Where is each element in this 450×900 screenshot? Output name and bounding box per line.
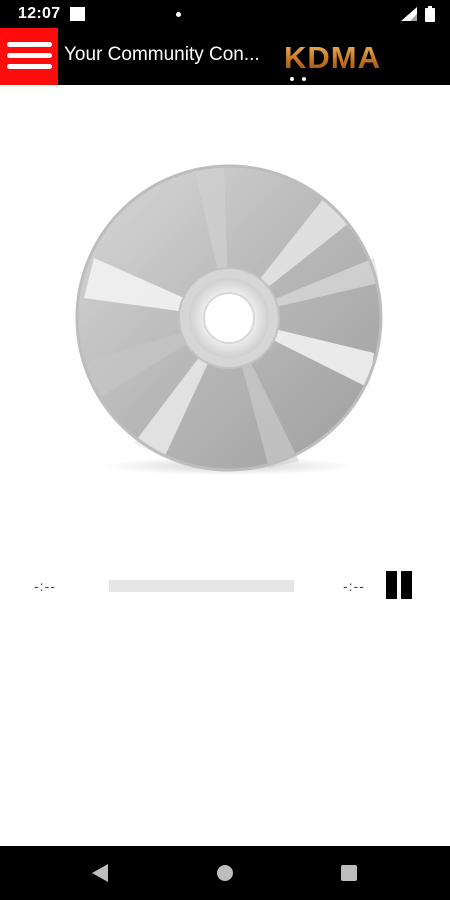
back-button[interactable] <box>76 846 126 900</box>
app-title: Your Community Con... <box>64 44 260 65</box>
status-bar: 12:07 <box>0 0 450 28</box>
notification-dot-icon <box>176 12 181 17</box>
status-time: 12:07 <box>18 5 61 22</box>
home-button[interactable] <box>200 846 250 900</box>
notification-square-icon <box>70 7 85 21</box>
duration-time: -:-- <box>343 578 365 594</box>
app-bar: Your Community Con... KDMA <box>0 28 450 85</box>
system-nav-bar <box>0 846 450 900</box>
signal-icon <box>401 7 417 21</box>
menu-button[interactable] <box>0 28 58 85</box>
screen: 12:07 Your Community Con... KDMA -:-- -:… <box>0 0 450 900</box>
seek-bar[interactable] <box>109 580 294 592</box>
home-icon <box>217 865 233 881</box>
pause-button[interactable] <box>384 571 414 599</box>
kdma-logo: KDMA <box>284 38 394 81</box>
battery-icon <box>425 6 435 22</box>
logo-dot <box>290 77 294 81</box>
logo-dot <box>302 77 306 81</box>
elapsed-time: -:-- <box>34 578 56 594</box>
logo-text: KDMA <box>284 40 381 75</box>
cd-disc-icon <box>75 164 383 475</box>
recents-icon <box>341 865 357 881</box>
recents-button[interactable] <box>324 846 374 900</box>
back-icon <box>92 864 108 882</box>
